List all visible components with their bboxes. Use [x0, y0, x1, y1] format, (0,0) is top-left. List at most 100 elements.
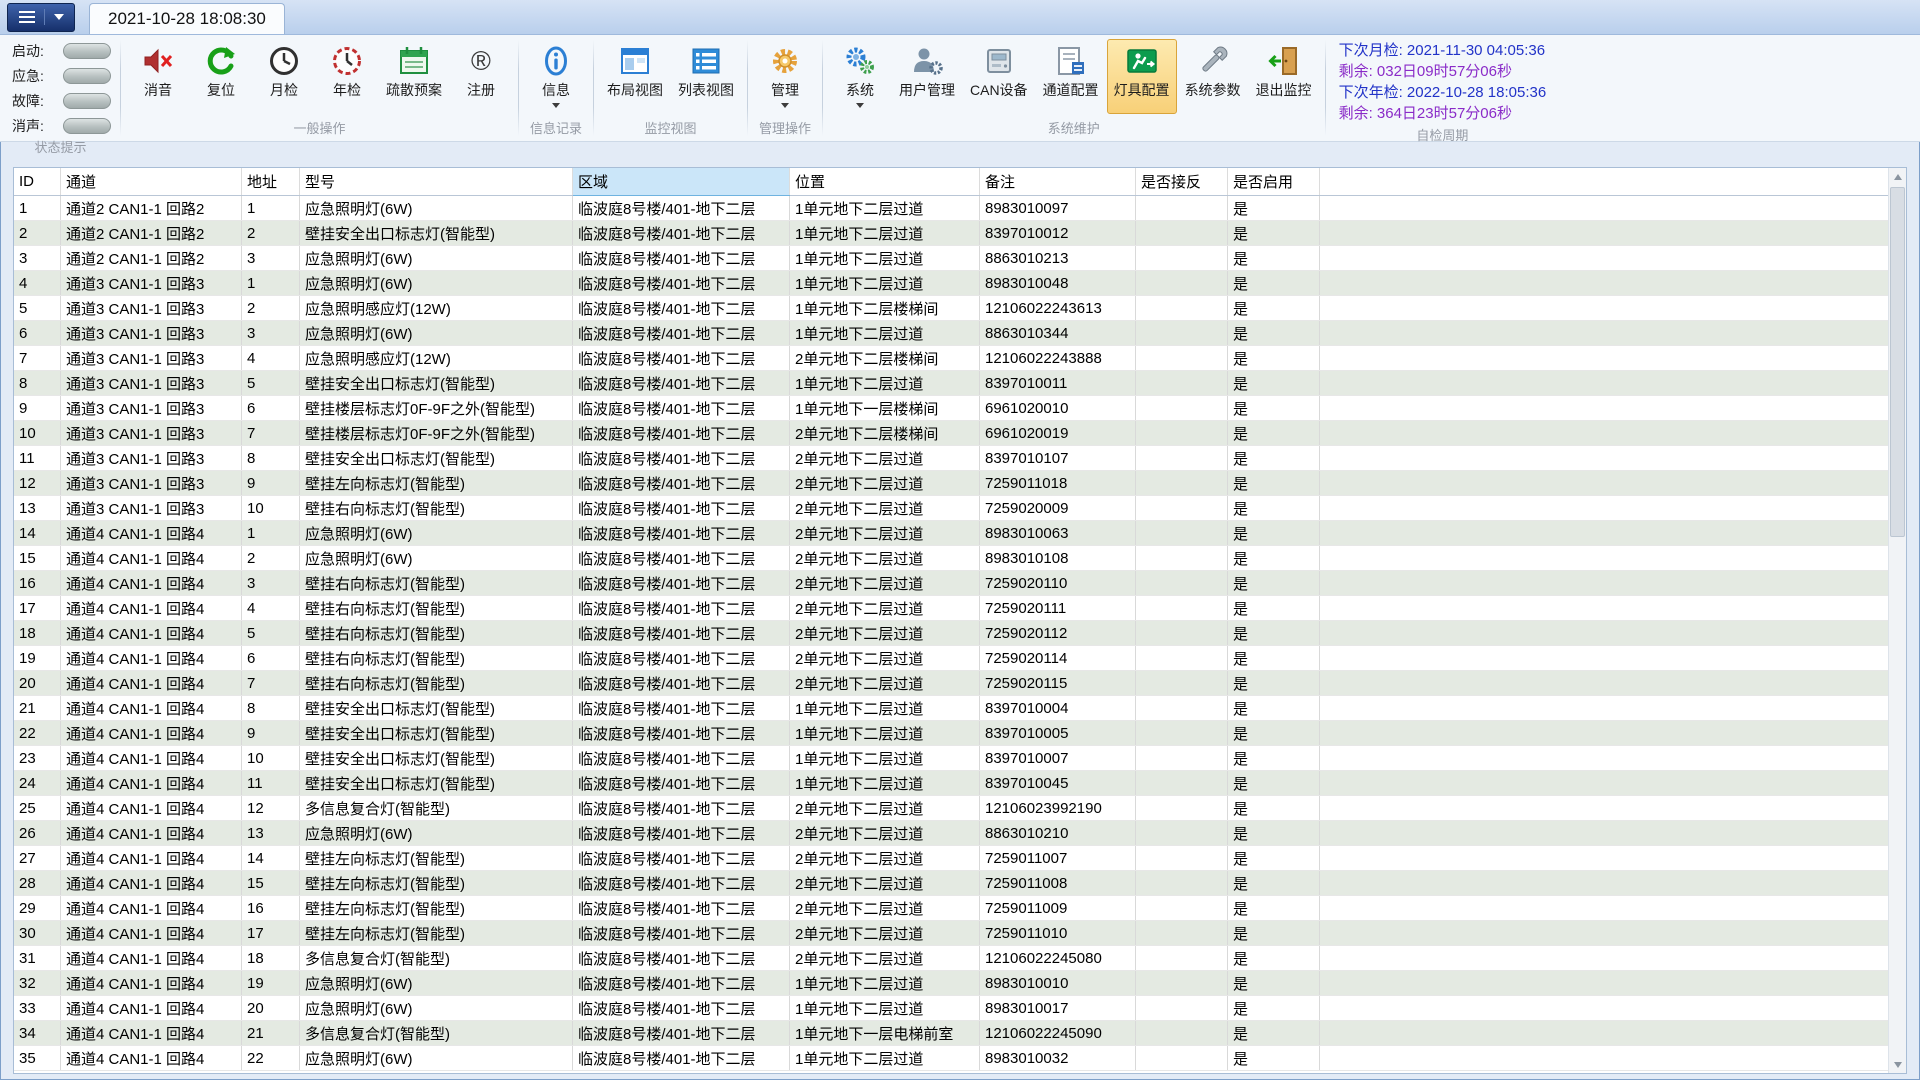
cell-remark[interactable]: 8863010344	[980, 321, 1136, 346]
cell-reversed[interactable]	[1136, 671, 1228, 696]
cell-address[interactable]: 20	[242, 996, 300, 1021]
cell-channel[interactable]: 通道4 CAN1-1 回路4	[61, 971, 242, 996]
cell-remark[interactable]: 8397010012	[980, 221, 1136, 246]
cell-address[interactable]: 22	[242, 1046, 300, 1071]
table-row[interactable]: 15通道4 CAN1-1 回路42应急照明灯(6W)临波庭8号楼/401-地下二…	[14, 546, 1889, 571]
cell-channel[interactable]: 通道4 CAN1-1 回路4	[61, 896, 242, 921]
cell-model[interactable]: 应急照明灯(6W)	[300, 521, 573, 546]
table-row[interactable]: 27通道4 CAN1-1 回路414壁挂左向标志灯(智能型)临波庭8号楼/401…	[14, 846, 1889, 871]
cell-reversed[interactable]	[1136, 846, 1228, 871]
cell-enabled[interactable]: 是	[1228, 246, 1320, 271]
cell-position[interactable]: 2单元地下二层过道	[790, 796, 980, 821]
cell-id[interactable]: 10	[14, 421, 61, 446]
cell-reversed[interactable]	[1136, 296, 1228, 321]
cell-enabled[interactable]: 是	[1228, 721, 1320, 746]
cell-model[interactable]: 壁挂安全出口标志灯(智能型)	[300, 771, 573, 796]
cell-position[interactable]: 2单元地下二层过道	[790, 621, 980, 646]
cell-remark[interactable]: 8983010010	[980, 971, 1136, 996]
monthly-check-button[interactable]: 月检	[253, 39, 315, 114]
cell-model[interactable]: 应急照明灯(6W)	[300, 971, 573, 996]
cell-id[interactable]: 1	[14, 196, 61, 221]
cell-enabled[interactable]: 是	[1228, 521, 1320, 546]
cell-model[interactable]: 壁挂楼层标志灯0F-9F之外(智能型)	[300, 421, 573, 446]
cell-model[interactable]: 壁挂安全出口标志灯(智能型)	[300, 446, 573, 471]
cell-position[interactable]: 2单元地下二层过道	[790, 946, 980, 971]
cell-channel[interactable]: 通道4 CAN1-1 回路4	[61, 571, 242, 596]
cell-reversed[interactable]	[1136, 1046, 1228, 1071]
cell-position[interactable]: 1单元地下二层过道	[790, 196, 980, 221]
cell-address[interactable]: 10	[242, 496, 300, 521]
cell-area[interactable]: 临波庭8号楼/401-地下二层	[573, 346, 790, 371]
cell-position[interactable]: 2单元地下二层过道	[790, 671, 980, 696]
cell-channel[interactable]: 通道4 CAN1-1 回路4	[61, 796, 242, 821]
system-params-button[interactable]: 系统参数	[1178, 39, 1248, 114]
cell-model[interactable]: 应急照明感应灯(12W)	[300, 346, 573, 371]
cell-area[interactable]: 临波庭8号楼/401-地下二层	[573, 596, 790, 621]
table-row[interactable]: 25通道4 CAN1-1 回路412多信息复合灯(智能型)临波庭8号楼/401-…	[14, 796, 1889, 821]
cell-position[interactable]: 2单元地下二层过道	[790, 446, 980, 471]
cell-area[interactable]: 临波庭8号楼/401-地下二层	[573, 496, 790, 521]
cell-enabled[interactable]: 是	[1228, 196, 1320, 221]
table-row[interactable]: 26通道4 CAN1-1 回路413应急照明灯(6W)临波庭8号楼/401-地下…	[14, 821, 1889, 846]
cell-address[interactable]: 15	[242, 871, 300, 896]
cell-model[interactable]: 应急照明灯(6W)	[300, 821, 573, 846]
cell-model[interactable]: 多信息复合灯(智能型)	[300, 1021, 573, 1046]
cell-enabled[interactable]: 是	[1228, 596, 1320, 621]
cell-channel[interactable]: 通道4 CAN1-1 回路4	[61, 546, 242, 571]
cell-model[interactable]: 壁挂左向标志灯(智能型)	[300, 896, 573, 921]
cell-model[interactable]: 壁挂安全出口标志灯(智能型)	[300, 221, 573, 246]
cell-area[interactable]: 临波庭8号楼/401-地下二层	[573, 796, 790, 821]
cell-model[interactable]: 壁挂安全出口标志灯(智能型)	[300, 371, 573, 396]
cell-area[interactable]: 临波庭8号楼/401-地下二层	[573, 996, 790, 1021]
table-row[interactable]: 8通道3 CAN1-1 回路35壁挂安全出口标志灯(智能型)临波庭8号楼/401…	[14, 371, 1889, 396]
cell-reversed[interactable]	[1136, 196, 1228, 221]
manage-button[interactable]: 管理	[754, 39, 816, 114]
cell-reversed[interactable]	[1136, 346, 1228, 371]
cell-reversed[interactable]	[1136, 646, 1228, 671]
cell-id[interactable]: 15	[14, 546, 61, 571]
cell-address[interactable]: 3	[242, 246, 300, 271]
cell-area[interactable]: 临波庭8号楼/401-地下二层	[573, 671, 790, 696]
cell-channel[interactable]: 通道4 CAN1-1 回路4	[61, 646, 242, 671]
cell-reversed[interactable]	[1136, 546, 1228, 571]
cell-enabled[interactable]: 是	[1228, 1021, 1320, 1046]
annual-check-button[interactable]: 年检	[316, 39, 378, 114]
cell-position[interactable]: 1单元地下二层楼梯间	[790, 296, 980, 321]
table-row[interactable]: 10通道3 CAN1-1 回路37壁挂楼层标志灯0F-9F之外(智能型)临波庭8…	[14, 421, 1889, 446]
cell-address[interactable]: 16	[242, 896, 300, 921]
cell-enabled[interactable]: 是	[1228, 346, 1320, 371]
cell-area[interactable]: 临波庭8号楼/401-地下二层	[573, 546, 790, 571]
cell-area[interactable]: 临波庭8号楼/401-地下二层	[573, 721, 790, 746]
cell-address[interactable]: 13	[242, 821, 300, 846]
cell-model[interactable]: 壁挂右向标志灯(智能型)	[300, 646, 573, 671]
cell-remark[interactable]: 12106022243613	[980, 296, 1136, 321]
cell-enabled[interactable]: 是	[1228, 496, 1320, 521]
cell-area[interactable]: 临波庭8号楼/401-地下二层	[573, 621, 790, 646]
cell-model[interactable]: 壁挂右向标志灯(智能型)	[300, 596, 573, 621]
cell-reversed[interactable]	[1136, 471, 1228, 496]
layout-view-button[interactable]: 布局视图	[600, 39, 670, 114]
cell-address[interactable]: 1	[242, 521, 300, 546]
cell-area[interactable]: 临波庭8号楼/401-地下二层	[573, 396, 790, 421]
cell-area[interactable]: 临波庭8号楼/401-地下二层	[573, 221, 790, 246]
cell-channel[interactable]: 通道3 CAN1-1 回路3	[61, 271, 242, 296]
cell-enabled[interactable]: 是	[1228, 321, 1320, 346]
cell-id[interactable]: 30	[14, 921, 61, 946]
table-row[interactable]: 21通道4 CAN1-1 回路48壁挂安全出口标志灯(智能型)临波庭8号楼/40…	[14, 696, 1889, 721]
cell-enabled[interactable]: 是	[1228, 1046, 1320, 1071]
cell-id[interactable]: 5	[14, 296, 61, 321]
table-row[interactable]: 31通道4 CAN1-1 回路418多信息复合灯(智能型)临波庭8号楼/401-…	[14, 946, 1889, 971]
cell-remark[interactable]: 8983010017	[980, 996, 1136, 1021]
cell-id[interactable]: 21	[14, 696, 61, 721]
column-header-address[interactable]: 地址	[242, 168, 300, 196]
cell-channel[interactable]: 通道4 CAN1-1 回路4	[61, 721, 242, 746]
cell-address[interactable]: 2	[242, 546, 300, 571]
cell-area[interactable]: 临波庭8号楼/401-地下二层	[573, 246, 790, 271]
scroll-up-button[interactable]	[1889, 168, 1906, 185]
cell-remark[interactable]: 8983010108	[980, 546, 1136, 571]
cell-position[interactable]: 2单元地下二层过道	[790, 496, 980, 521]
cell-reversed[interactable]	[1136, 821, 1228, 846]
cell-remark[interactable]: 8983010032	[980, 1046, 1136, 1071]
cell-channel[interactable]: 通道4 CAN1-1 回路4	[61, 821, 242, 846]
cell-reversed[interactable]	[1136, 521, 1228, 546]
